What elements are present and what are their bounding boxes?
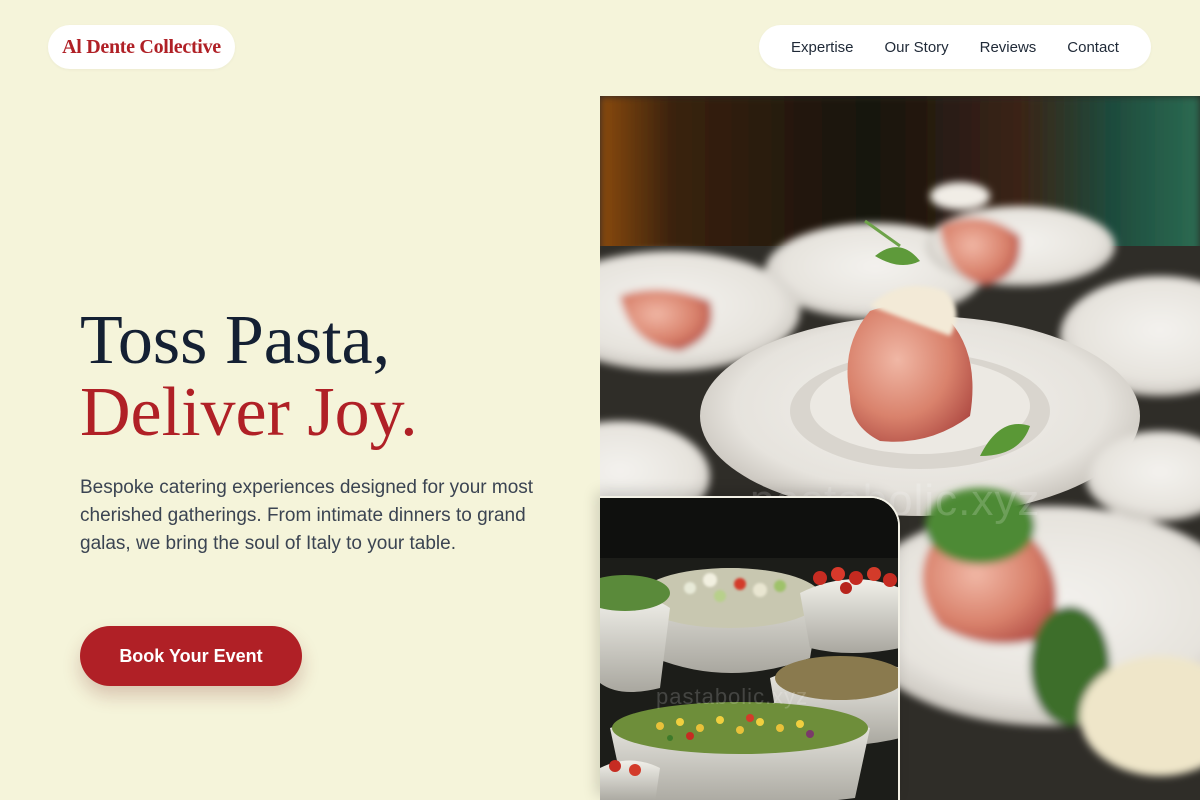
hero-description: Bespoke catering experiences designed fo…: [80, 477, 534, 554]
salad-bowls-image: [600, 498, 898, 800]
nav-item-expertise[interactable]: Expertise: [791, 39, 854, 56]
hero-headline-line1: Toss Pasta,: [80, 302, 391, 379]
main-nav: Expertise Our Story Reviews Contact: [759, 25, 1151, 69]
nav-item-reviews[interactable]: Reviews: [980, 39, 1037, 56]
book-event-button[interactable]: Book Your Event: [80, 626, 302, 686]
inset-photo-salads: pastabolic.xyz: [600, 496, 900, 800]
nav-item-our-story[interactable]: Our Story: [884, 39, 948, 56]
brand-logo[interactable]: Al Dente Collective: [48, 25, 235, 69]
brand-name: Al Dente Collective: [62, 35, 221, 58]
inset-image-watermark: pastabolic.xyz: [656, 684, 809, 709]
hero-headline-line2: Deliver Joy.: [80, 374, 418, 451]
nav-item-contact[interactable]: Contact: [1067, 39, 1119, 56]
hero-headline: Toss Pasta, Deliver Joy.: [80, 305, 418, 449]
